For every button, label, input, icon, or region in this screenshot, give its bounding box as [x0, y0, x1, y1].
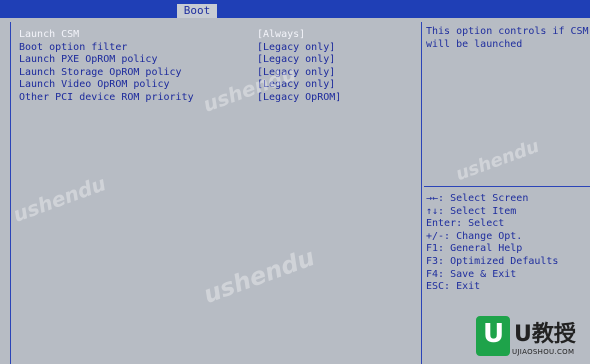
setting-label: Launch Storage OpROM policy — [19, 66, 182, 78]
key-select-item: ↑↓: Select Item — [426, 205, 517, 217]
watermark-text: ushendu — [453, 135, 543, 186]
logo-mark-icon: U — [476, 316, 510, 356]
setting-label: Launch CSM — [19, 29, 80, 40]
help-text: This option controls if CSM will be laun… — [426, 26, 589, 50]
key-exit: ESC: Exit — [426, 281, 481, 293]
setting-label: Launch PXE OpROM policy — [19, 54, 158, 66]
site-logo: U U教授 UJIAOSHOU.COM — [476, 312, 590, 364]
key-change-opt: +/-: Change Opt. — [426, 230, 523, 242]
setting-value[interactable]: [Always] — [257, 29, 305, 42]
divider — [424, 186, 590, 187]
title-bar: Boot — [0, 0, 590, 18]
watermark-text: ushendu — [199, 242, 319, 310]
tab-boot[interactable]: Boot — [177, 4, 217, 18]
key-enter: Enter: Select — [426, 218, 505, 230]
key-select-screen: →←: Select Screen — [426, 193, 529, 204]
setting-label: Boot option filter — [19, 41, 128, 53]
key-legend: →←: Select Screen ↑↓: Select Item Enter:… — [426, 193, 558, 294]
key-save-exit: F4: Save & Exit — [426, 268, 517, 280]
key-optimized-defaults: F3: Optimized Defaults — [426, 255, 559, 267]
setting-value[interactable]: [Legacy only] — [257, 54, 335, 67]
key-general-help: F1: General Help — [426, 243, 523, 255]
settings-panel: Launch CSM [Always] Boot option filter [… — [10, 22, 422, 364]
logo-url: UJIAOSHOU.COM — [512, 348, 575, 356]
logo-name: U教授 — [514, 322, 576, 347]
watermark-text: ushendu — [9, 171, 109, 227]
setting-value[interactable]: [Legacy only] — [257, 42, 335, 55]
